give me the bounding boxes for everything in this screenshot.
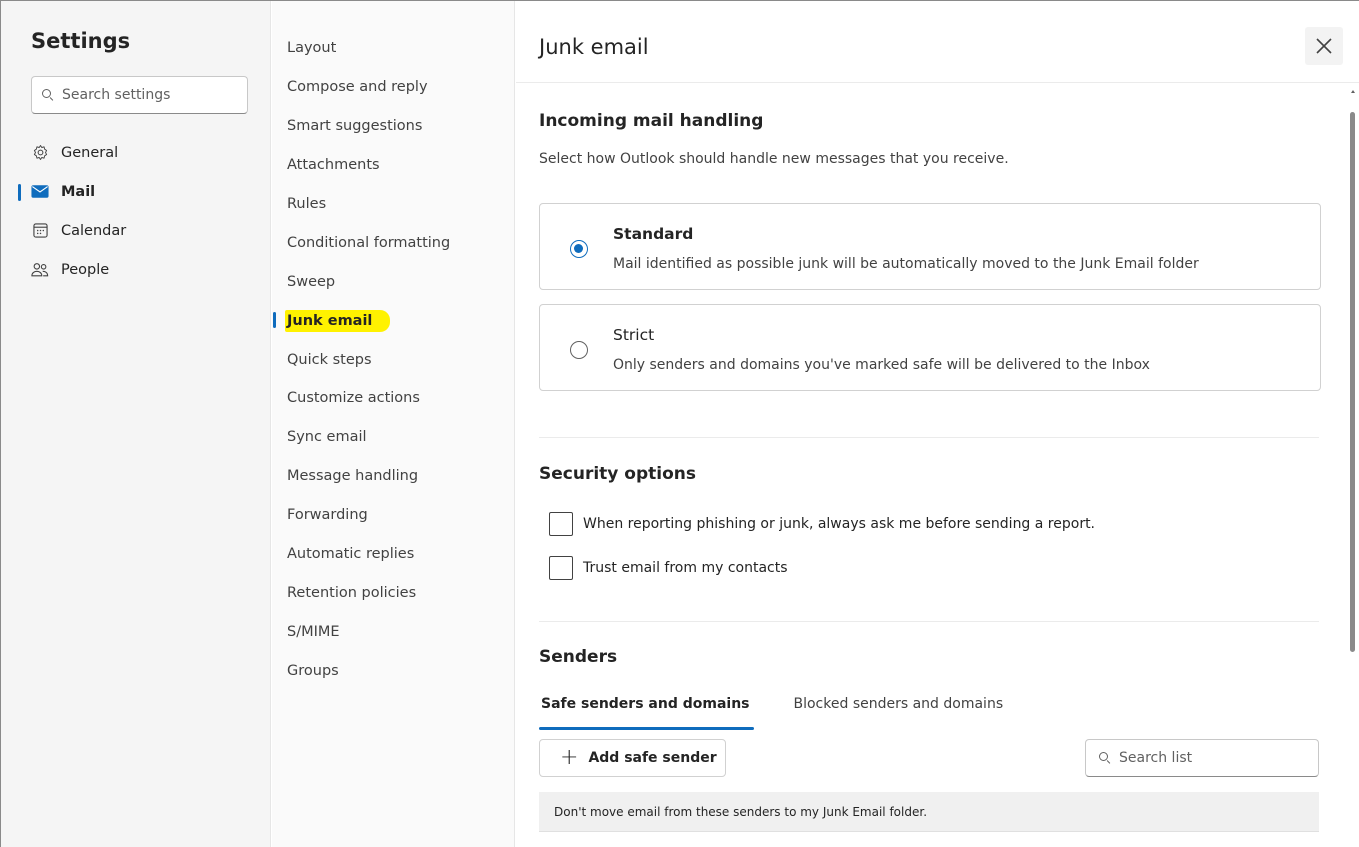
sub-item-label: Message handling — [287, 468, 419, 485]
checkbox-label: When reporting phishing or junk, always … — [583, 516, 1096, 532]
category-calendar[interactable]: Calendar — [18, 211, 268, 250]
incoming-mail-title: Incoming mail handling — [539, 111, 764, 131]
add-safe-sender-label: Add safe sender — [588, 750, 717, 766]
sub-item-message-handling[interactable]: Message handling — [272, 457, 515, 496]
radio-title: Strict — [613, 326, 655, 344]
sub-item-attachments[interactable]: Attachments — [272, 146, 515, 185]
sub-item-label: Layout — [287, 40, 337, 57]
sub-item-junk-email[interactable]: Junk email — [272, 301, 515, 340]
page-title: Junk email — [539, 35, 649, 59]
people-icon — [31, 261, 49, 279]
search-icon — [42, 89, 54, 101]
sub-item-compose-and-reply[interactable]: Compose and reply — [272, 68, 515, 107]
sub-item-customize-actions[interactable]: Customize actions — [272, 379, 515, 418]
checkbox-ask-before-report[interactable] — [549, 512, 573, 536]
mail-settings-pane: Layout Compose and reply Smart suggestio… — [272, 1, 515, 847]
sub-item-label: S/MIME — [287, 623, 340, 640]
section-divider — [539, 437, 1319, 438]
search-list-input[interactable] — [1119, 750, 1309, 766]
radio-title: Standard — [613, 225, 694, 243]
sub-item-label: Retention policies — [287, 584, 417, 601]
sub-item-smart-suggestions[interactable]: Smart suggestions — [272, 107, 515, 146]
radio-option-strict[interactable]: Strict Only senders and domains you've m… — [539, 304, 1321, 391]
junk-email-settings-panel: Junk email Incoming mail handling Select… — [516, 1, 1359, 847]
plus-icon: + — [560, 745, 579, 770]
mail-settings-list: Layout Compose and reply Smart suggestio… — [272, 29, 515, 690]
scroll-up-arrow-icon[interactable] — [1351, 90, 1355, 93]
senders-tabs: Safe senders and domains Blocked senders… — [539, 692, 1045, 730]
settings-scroll-area[interactable]: Incoming mail handling Select how Outloo… — [516, 84, 1359, 847]
senders-title: Senders — [539, 647, 618, 667]
checkbox-row-ask-before-report[interactable]: When reporting phishing or junk, always … — [549, 511, 1095, 537]
calendar-icon — [31, 222, 49, 240]
security-options-title: Security options — [539, 464, 696, 484]
sub-item-label: Smart suggestions — [287, 118, 423, 135]
sub-item-sync-email[interactable]: Sync email — [272, 418, 515, 457]
search-settings-input[interactable] — [62, 87, 242, 103]
sub-item-label: Forwarding — [287, 507, 368, 524]
sub-item-label: Compose and reply — [287, 79, 428, 96]
sub-item-quick-steps[interactable]: Quick steps — [272, 340, 515, 379]
category-label: Mail — [61, 183, 96, 200]
sub-item-groups[interactable]: Groups — [272, 651, 515, 690]
sub-item-label: Rules — [287, 196, 327, 212]
panel-header: Junk email — [516, 1, 1359, 83]
incoming-mail-description: Select how Outlook should handle new mes… — [539, 151, 1009, 167]
gear-icon — [31, 144, 49, 162]
category-label: General — [61, 144, 119, 161]
close-icon — [1316, 38, 1332, 54]
category-mail[interactable]: Mail — [18, 172, 268, 211]
checkbox-row-trust-contacts[interactable]: Trust email from my contacts — [549, 555, 788, 581]
add-safe-sender-button[interactable]: + Add safe sender — [539, 739, 726, 777]
checkbox-trust-contacts[interactable] — [549, 556, 573, 580]
checkbox-label: Trust email from my contacts — [583, 560, 788, 576]
sub-item-automatic-replies[interactable]: Automatic replies — [272, 535, 515, 574]
tab-blocked-senders[interactable]: Blocked senders and domains — [792, 692, 1006, 722]
radio-description: Mail identified as possible junk will be… — [613, 256, 1199, 272]
radio-button-strict[interactable] — [570, 341, 588, 359]
radio-option-standard[interactable]: Standard Mail identified as possible jun… — [539, 203, 1321, 290]
sub-item-label: Quick steps — [287, 351, 372, 368]
sub-item-sweep[interactable]: Sweep — [272, 262, 515, 301]
scrollbar-thumb[interactable] — [1350, 112, 1355, 652]
settings-title: Settings — [31, 29, 131, 53]
sub-item-forwarding[interactable]: Forwarding — [272, 496, 515, 535]
sub-item-layout[interactable]: Layout — [272, 29, 515, 68]
selected-indicator — [18, 184, 21, 201]
sub-item-label: Junk email — [285, 309, 391, 332]
tab-safe-senders[interactable]: Safe senders and domains — [539, 692, 753, 730]
category-label: Calendar — [61, 222, 127, 239]
sub-item-label: Sync email — [287, 429, 367, 446]
sub-item-rules[interactable]: Rules — [272, 185, 515, 224]
close-button[interactable] — [1305, 27, 1343, 65]
search-list-box[interactable] — [1085, 739, 1319, 777]
sub-item-smime[interactable]: S/MIME — [272, 612, 515, 651]
settings-category-pane: Settings General Mail Calendar — [1, 1, 271, 847]
sub-item-label: Sweep — [287, 273, 336, 290]
search-settings-box[interactable] — [31, 76, 248, 114]
radio-description: Only senders and domains you've marked s… — [613, 357, 1150, 373]
section-divider — [539, 621, 1319, 622]
sub-item-retention-policies[interactable]: Retention policies — [272, 573, 515, 612]
selected-indicator — [273, 312, 276, 329]
mail-icon — [31, 183, 49, 201]
category-general[interactable]: General — [18, 133, 268, 172]
search-icon — [1099, 752, 1111, 764]
sub-item-label: Customize actions — [287, 390, 420, 407]
sub-item-conditional-formatting[interactable]: Conditional formatting — [272, 223, 515, 262]
category-label: People — [61, 261, 110, 278]
category-people[interactable]: People — [18, 250, 268, 289]
radio-button-standard[interactable] — [570, 240, 588, 258]
category-list: General Mail Calendar People — [18, 133, 268, 289]
vertical-scrollbar[interactable] — [1348, 84, 1358, 847]
safe-senders-info: Don't move email from these senders to m… — [539, 792, 1319, 832]
sub-item-label: Automatic replies — [287, 546, 415, 563]
sub-item-label: Conditional formatting — [287, 234, 451, 251]
sub-item-label: Groups — [287, 662, 339, 679]
sub-item-label: Attachments — [287, 157, 380, 174]
